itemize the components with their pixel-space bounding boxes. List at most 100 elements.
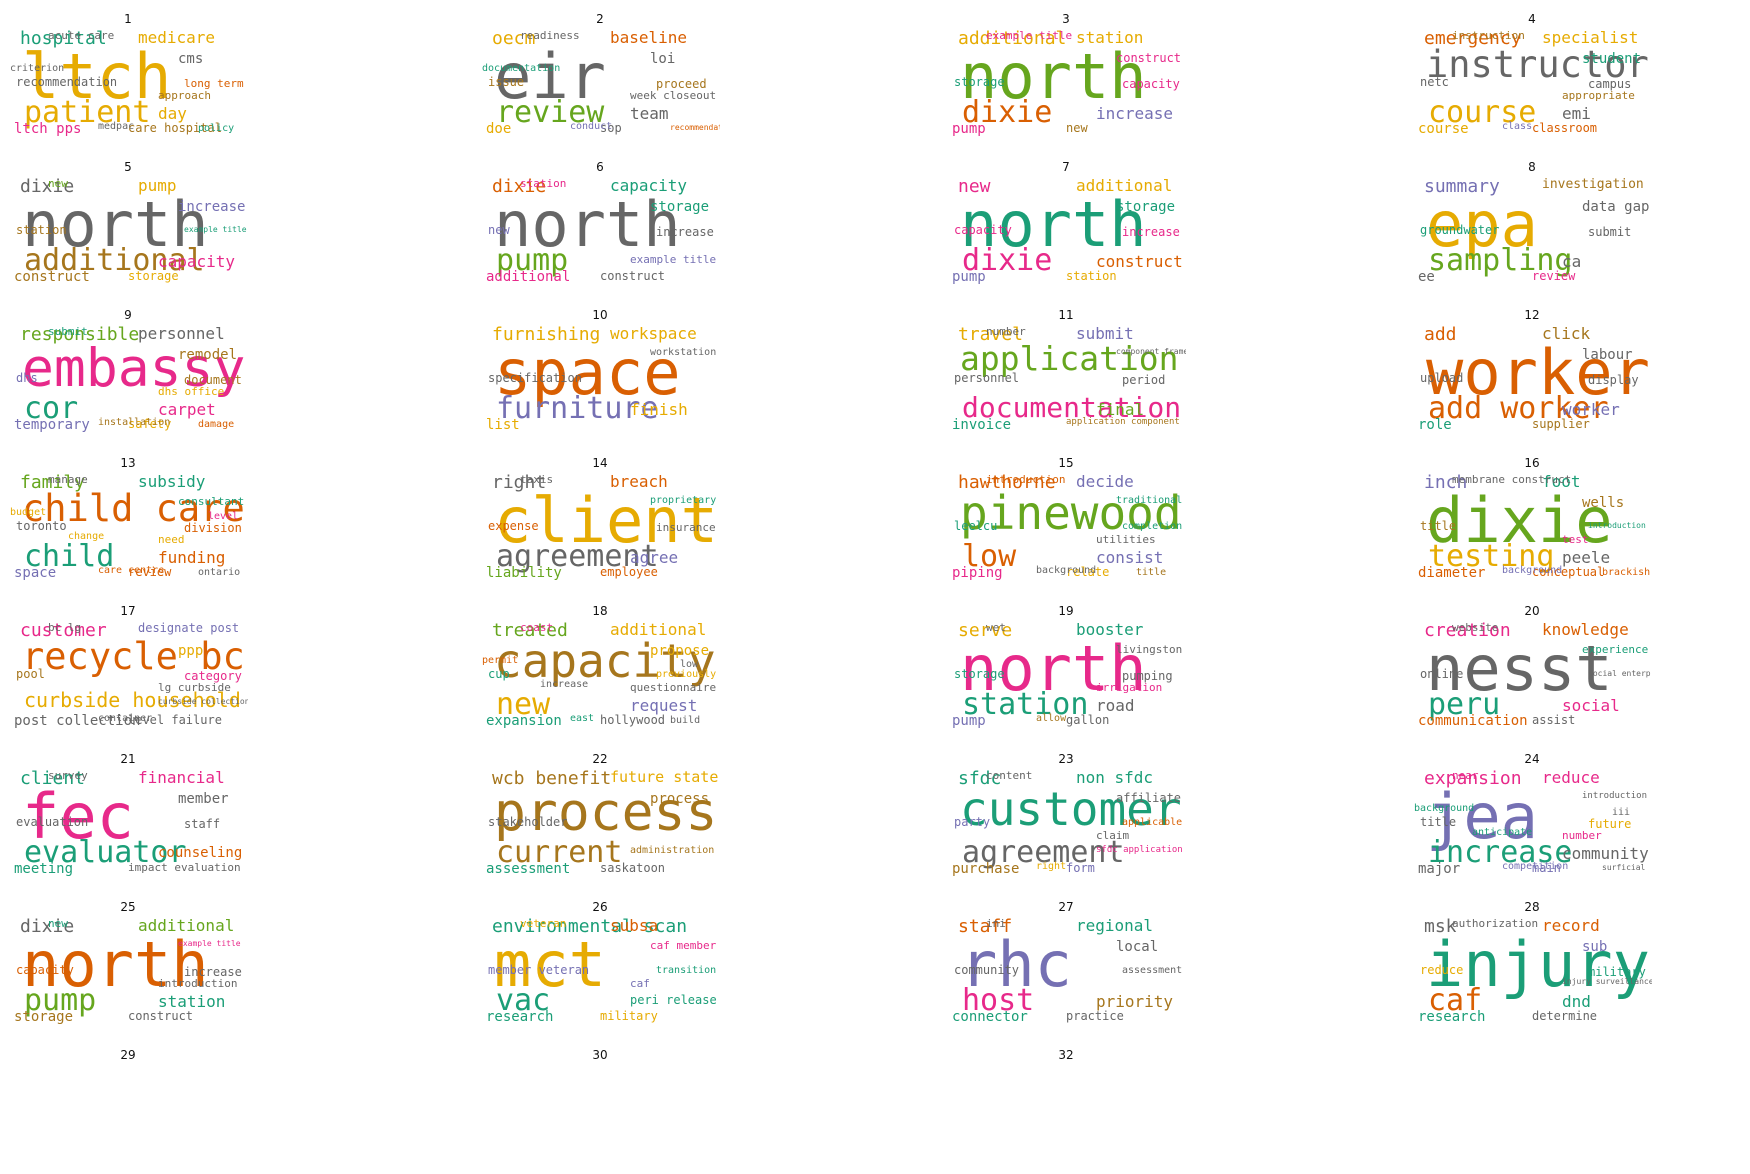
cloud-word: subsa bbox=[610, 916, 659, 935]
cloud-word: supplier bbox=[1532, 417, 1590, 431]
cloud-word: station bbox=[1066, 269, 1117, 283]
cloud-word: division bbox=[184, 521, 242, 535]
word-cloud: process current wcb benefit future state ass… bbox=[480, 768, 720, 878]
wordcloud-panel-11: 11 application documentation travel submit in… bbox=[946, 308, 1186, 434]
cloud-word: community bbox=[1562, 844, 1649, 863]
cloud-word: wet bbox=[986, 621, 1006, 634]
cloud-word: long term bbox=[184, 77, 244, 90]
cloud-word: social bbox=[1562, 696, 1620, 715]
cloud-word: affiliate bbox=[1116, 791, 1182, 805]
word-cloud: instructor course emergency specialist cours… bbox=[1412, 28, 1652, 138]
panel-title: 13 bbox=[120, 456, 136, 470]
cloud-word: build bbox=[670, 715, 701, 726]
wordcloud-panel-1: 1 ltch patient hospital medicare ltch pps day c… bbox=[8, 12, 248, 138]
wordcloud-panel-16: 16 dixie testing inch foot diameter peele wells… bbox=[1412, 456, 1652, 582]
cloud-word: new bbox=[1066, 121, 1088, 135]
cloud-word: instruction bbox=[1452, 29, 1525, 42]
cloud-word: hollywood bbox=[600, 713, 666, 727]
wordcloud-panel-17: 17 recycle bc curbside household customer de… bbox=[8, 604, 248, 730]
cloud-word: east bbox=[570, 713, 595, 724]
cloud-word: introduction bbox=[986, 473, 1066, 486]
cloud-word: remodel bbox=[178, 347, 238, 363]
cloud-word: subsidy bbox=[138, 472, 206, 491]
word-cloud: client agreement right breach liability agree… bbox=[480, 472, 720, 582]
cloud-word: member bbox=[178, 791, 229, 807]
cloud-word: background bbox=[1502, 565, 1563, 576]
cloud-word: appropriate bbox=[1562, 89, 1635, 102]
panel-title: 27 bbox=[1058, 900, 1074, 914]
cloud-word: capacity bbox=[16, 963, 74, 977]
panel-title: 18 bbox=[592, 604, 608, 618]
wordcloud-panel-30: 30 bbox=[480, 1048, 720, 1174]
wordcloud-panel-32: 32 bbox=[946, 1048, 1186, 1174]
cloud-word: expansion bbox=[486, 713, 562, 729]
cloud-word: propose bbox=[650, 643, 710, 659]
cloud-word: determine bbox=[1532, 1009, 1598, 1023]
cloud-word: ltch pps bbox=[14, 121, 82, 137]
cloud-word: sub bbox=[1582, 939, 1608, 955]
cloud-word: personnel bbox=[138, 324, 225, 343]
cloud-word: leelcu bbox=[954, 519, 998, 533]
word-cloud: application documentation travel submit invo… bbox=[946, 324, 1186, 434]
word-cloud: mct vac environmental scan subsa research per… bbox=[480, 916, 720, 1026]
cloud-word: record bbox=[1542, 916, 1600, 935]
cloud-word: military bbox=[600, 1009, 658, 1023]
cloud-word: regional bbox=[1076, 916, 1154, 935]
wordcloud-panel-13: 13 child care child family subsidy space fundi… bbox=[8, 456, 248, 582]
cloud-word: finish bbox=[630, 400, 688, 419]
wordcloud-panel-7: 7 north dixie new additional pump construct sto… bbox=[946, 160, 1186, 286]
cloud-word: experience bbox=[1582, 643, 1649, 656]
panel-title: 6 bbox=[596, 160, 604, 174]
cloud-word: road bbox=[1096, 696, 1135, 715]
cloud-word: baseline bbox=[610, 28, 688, 47]
cloud-word: construct bbox=[14, 269, 90, 285]
cloud-word: example title bbox=[178, 939, 241, 948]
word-cloud: ltch patient hospital medicare ltch pps day cm… bbox=[8, 28, 248, 138]
cloud-word: stakeholder bbox=[488, 815, 568, 829]
cloud-word: connector bbox=[952, 1009, 1028, 1025]
cloud-word: authorization bbox=[1452, 917, 1539, 930]
word-cloud: north additional dixie pump construct capacit… bbox=[8, 176, 248, 286]
cloud-word: assessment bbox=[486, 861, 571, 877]
cloud-word: request bbox=[630, 696, 698, 715]
cloud-word: website bbox=[1452, 621, 1499, 634]
cloud-word: staff bbox=[184, 817, 221, 831]
cloud-word: curbside collection bbox=[158, 697, 248, 706]
cloud-word: number bbox=[1562, 829, 1602, 842]
cloud-word: utilities bbox=[1096, 533, 1156, 546]
cloud-word: classroom bbox=[1532, 121, 1598, 135]
panel-title: 28 bbox=[1524, 900, 1540, 914]
cloud-word: proprietary bbox=[650, 495, 717, 506]
panel-title: 16 bbox=[1524, 456, 1540, 470]
cloud-word: introduction bbox=[1582, 791, 1648, 801]
cloud-word: documentation bbox=[482, 63, 561, 74]
wordcloud-panel-26: 26 mct vac environmental scan subsa research p… bbox=[480, 900, 720, 1026]
cloud-word: impact evaluation bbox=[128, 861, 241, 874]
cloud-word: number bbox=[986, 325, 1026, 338]
word-cloud: north dixie additional station pump increase c… bbox=[946, 28, 1186, 138]
cloud-word: peele bbox=[1562, 548, 1611, 567]
cloud-word: list bbox=[486, 417, 520, 433]
cloud-word: toronto bbox=[16, 519, 67, 533]
cloud-word: increase bbox=[656, 225, 714, 239]
cloud-word: station bbox=[158, 992, 226, 1011]
cloud-word: carpet bbox=[158, 400, 216, 419]
cloud-word: additional bbox=[610, 620, 707, 639]
cloud-word: employee bbox=[600, 565, 658, 579]
cloud-word: iii bbox=[1612, 807, 1631, 818]
wordcloud-panel-29: 29 bbox=[8, 1048, 248, 1174]
cloud-word: recommendation bbox=[16, 75, 118, 89]
cloud-word: ee bbox=[1418, 269, 1435, 285]
word-cloud: north station serve booster pump road livingst… bbox=[946, 620, 1186, 730]
cloud-word: increase bbox=[1096, 104, 1174, 123]
cloud-word: new bbox=[48, 917, 68, 930]
word-cloud: injury caf msk record research dnd sub reduce de… bbox=[1412, 916, 1652, 1026]
word-cloud: nesst peru creation knowledge communication s… bbox=[1412, 620, 1652, 730]
cloud-word: submit bbox=[1588, 225, 1632, 239]
cloud-word: additional bbox=[138, 916, 235, 935]
wordcloud-panel-18: 18 capacity new treated additional expansion r… bbox=[480, 604, 720, 730]
cloud-word: specialist bbox=[1542, 28, 1639, 47]
cloud-word: title bbox=[1136, 567, 1167, 578]
cloud-word: survey bbox=[48, 769, 88, 782]
cloud-word: ppp bbox=[178, 643, 204, 659]
